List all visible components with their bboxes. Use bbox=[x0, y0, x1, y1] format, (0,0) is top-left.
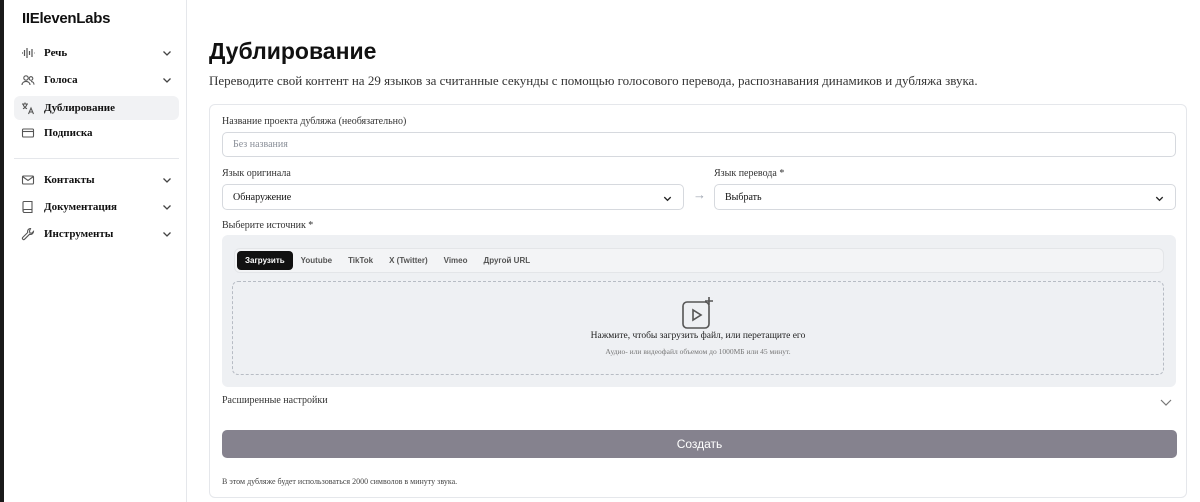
sidebar-item-label: Инструменты bbox=[44, 228, 114, 240]
sidebar-item-label: Документация bbox=[44, 201, 117, 213]
mail-icon bbox=[20, 172, 36, 188]
sidebar-item-speech[interactable]: Речь bbox=[14, 41, 179, 65]
create-button[interactable]: Создать bbox=[222, 430, 1177, 458]
sidebar-item-contacts[interactable]: Контакты bbox=[14, 168, 179, 192]
sidebar-item-label: Дублирование bbox=[44, 102, 116, 114]
book-icon bbox=[20, 199, 36, 215]
sidebar-item-label: Контакты bbox=[44, 174, 95, 186]
brand-logo[interactable]: IIElevenLabs bbox=[22, 10, 110, 27]
advanced-settings-toggle[interactable]: Расширенные настройки bbox=[222, 395, 328, 406]
main-content: Дублирование Переводите свой контент на … bbox=[187, 0, 1200, 502]
chevron-down-icon bbox=[163, 51, 171, 56]
sidebar-item-label: Голоса bbox=[44, 74, 78, 86]
chevron-down-icon bbox=[163, 232, 171, 237]
page-subtitle: Переводите свой контент на 29 языков за … bbox=[209, 73, 978, 88]
chevron-down-icon[interactable] bbox=[1159, 395, 1173, 409]
sidebar-item-label: Речь bbox=[44, 47, 68, 59]
page-title: Дублирование bbox=[209, 38, 377, 64]
usage-note: В этом дубляже будет использоваться 2000… bbox=[222, 477, 458, 486]
sidebar-item-subscription[interactable]: Подписка bbox=[14, 121, 179, 145]
chevron-down-icon bbox=[163, 178, 171, 183]
sidebar-item-dubbing[interactable]: Дублирование bbox=[14, 96, 179, 120]
sidebar: IIElevenLabs Речь Голоса Дублирование По… bbox=[4, 0, 187, 502]
users-icon bbox=[20, 72, 36, 88]
wrench-icon bbox=[20, 226, 36, 242]
translate-icon bbox=[20, 100, 36, 116]
dubbing-form-card: Название проекта дубляжа (необязательно)… bbox=[209, 104, 1187, 498]
chevron-down-icon bbox=[163, 205, 171, 210]
sidebar-item-docs[interactable]: Документация bbox=[14, 195, 179, 219]
card-icon bbox=[20, 125, 36, 141]
sidebar-divider bbox=[14, 158, 179, 159]
sidebar-item-voices[interactable]: Голоса bbox=[14, 68, 179, 92]
waveform-icon bbox=[20, 45, 36, 61]
chevron-down-icon bbox=[163, 78, 171, 83]
sidebar-item-label: Подписка bbox=[44, 127, 93, 139]
sidebar-item-tools[interactable]: Инструменты bbox=[14, 222, 179, 246]
form-bottom: Расширенные настройки Создать В этом дуб… bbox=[222, 105, 1177, 499]
